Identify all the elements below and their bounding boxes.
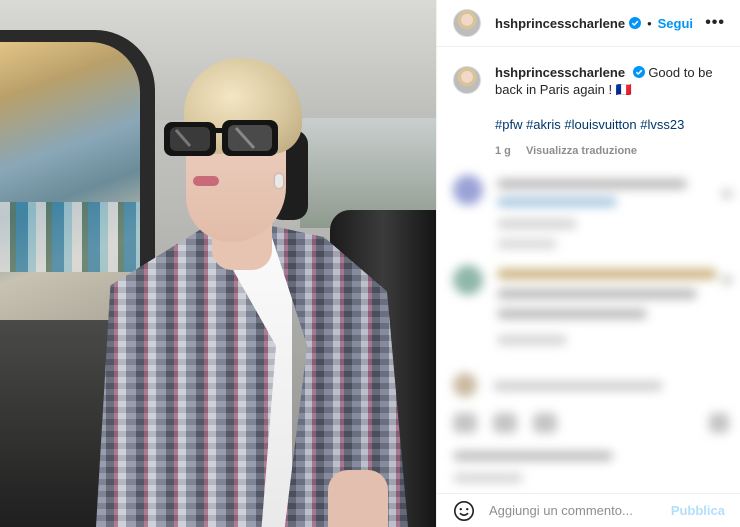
blurred-comments — [447, 165, 740, 495]
follow-button[interactable]: Segui — [658, 16, 693, 31]
emoji-icon[interactable] — [453, 500, 475, 522]
profile-avatar[interactable] — [453, 9, 481, 37]
blurred-comment — [453, 175, 733, 255]
hand — [328, 470, 388, 527]
earring — [275, 174, 283, 188]
blurred-comment — [453, 265, 733, 365]
separator-dot: • — [647, 15, 652, 31]
caption-body: hshprincesscharlene Good to be back in P… — [495, 64, 729, 160]
blurred-actions — [453, 373, 733, 493]
post-header: hshprincesscharlene • Segui ••• — [437, 0, 740, 47]
header-username[interactable]: hshprincesscharlene — [495, 16, 625, 31]
comment-bar: Pubblica — [437, 493, 740, 527]
post-time: 1 g — [495, 145, 511, 157]
caption-username[interactable]: hshprincesscharlene — [495, 65, 625, 80]
verified-badge-icon — [632, 66, 645, 78]
post-side-panel: hshprincesscharlene • Segui ••• hshprinc… — [436, 0, 740, 527]
more-options-icon[interactable]: ••• — [705, 14, 725, 32]
sunglasses — [164, 120, 278, 156]
comment-input[interactable] — [489, 503, 669, 518]
lips — [193, 176, 219, 186]
verified-badge-icon — [629, 17, 642, 29]
caption-hashtags[interactable]: #pfw #akris #louisvuitton #lvss23 — [495, 116, 729, 133]
caption-avatar[interactable] — [453, 66, 481, 94]
caption-meta: 1 g Visualizza traduzione — [495, 143, 729, 160]
translate-link[interactable]: Visualizza traduzione — [526, 145, 637, 157]
post-photo[interactable] — [0, 0, 436, 527]
publish-button[interactable]: Pubblica — [671, 503, 725, 518]
post-caption: hshprincesscharlene Good to be back in P… — [453, 64, 729, 160]
